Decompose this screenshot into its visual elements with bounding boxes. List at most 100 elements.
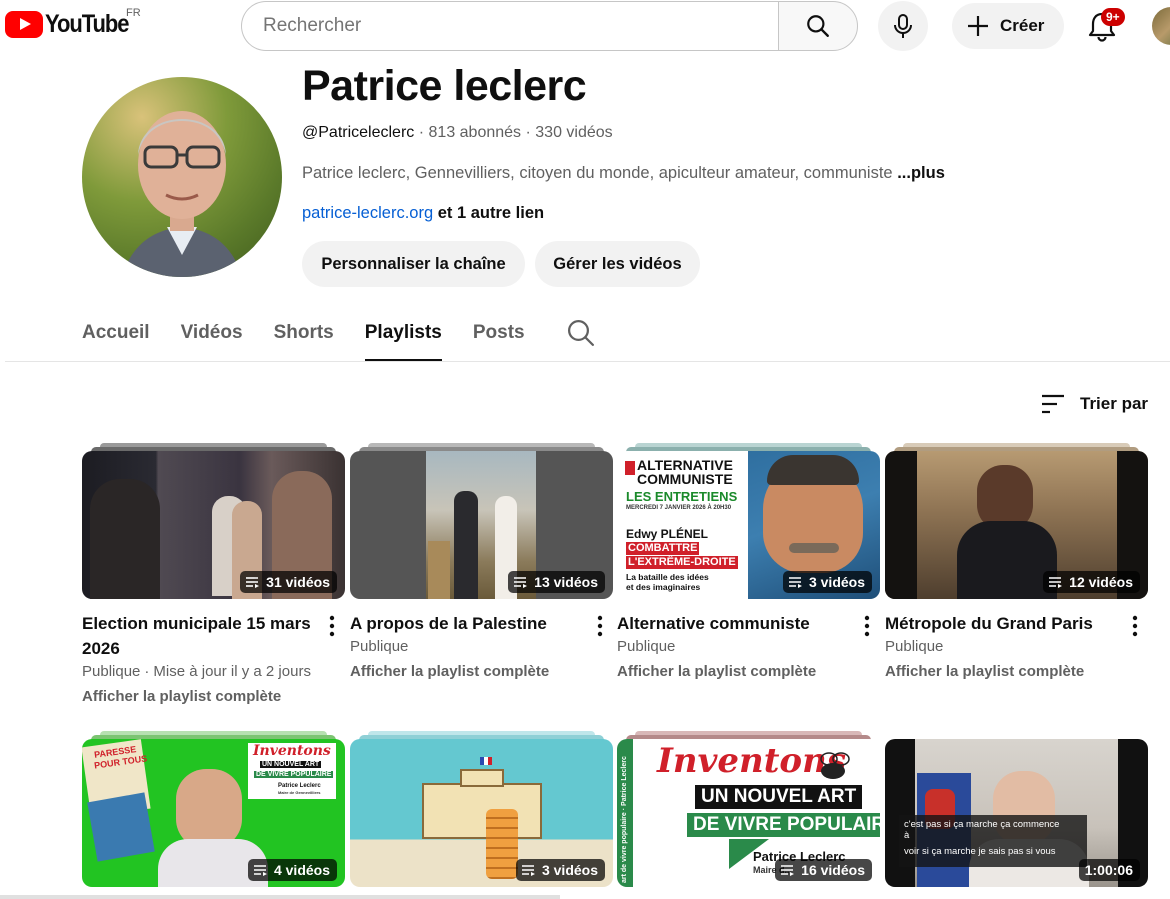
playlist-icon — [253, 865, 267, 876]
playlist-card[interactable]: 3 vidéos — [350, 731, 613, 887]
search-button[interactable] — [778, 1, 858, 51]
channel-website-link[interactable]: patrice-leclerc.org — [302, 204, 433, 222]
tab-posts[interactable]: Posts — [473, 313, 525, 361]
separator: · — [525, 124, 531, 141]
view-full-playlist-link[interactable]: Afficher la playlist complète — [82, 688, 281, 705]
video-card[interactable]: c'est pas si ça marche ça commence à voi… — [885, 731, 1148, 887]
search-icon — [807, 15, 829, 37]
channel-description[interactable]: Patrice leclerc, Gennevilliers, citoyen … — [302, 164, 945, 183]
thumb-text-topic-2: L'EXTRÊME-DROITE — [626, 556, 738, 569]
playlist-icon — [246, 577, 260, 588]
playlist-card[interactable]: art de vivre populaire · Patrice Leclerc… — [617, 731, 880, 887]
video-count-badge: 3 vidéos — [782, 571, 872, 593]
channel-search-icon[interactable] — [566, 318, 596, 348]
sort-label: Trier par — [1080, 394, 1149, 413]
search-input[interactable] — [241, 1, 778, 51]
tab-shorts[interactable]: Shorts — [274, 313, 334, 361]
tab-accueil[interactable]: Accueil — [82, 313, 150, 361]
playlist-thumbnail[interactable]: PARESSE POUR TOUS Inventons UN NOUVEL AR… — [82, 731, 345, 887]
playlist-card[interactable]: ALTERNATIVE COMMUNISTE LES ENTRETIENS ME… — [617, 443, 880, 680]
video-count-badge: 31 vidéos — [240, 571, 337, 593]
bee-icon — [820, 752, 850, 779]
playlist-title[interactable]: Métropole du Grand Paris — [885, 611, 1115, 636]
channel-meta: @Patriceleclerc · 813 abonnés · 330 vidé… — [302, 124, 613, 142]
other-links[interactable]: et 1 autre lien — [438, 204, 544, 222]
manage-videos-button[interactable]: Gérer les vidéos — [535, 241, 700, 287]
channel-tabs: Accueil Vidéos Shorts Playlists Posts — [82, 313, 556, 362]
caption-line-3: voir si ça marche je sais pas si vous — [904, 846, 1056, 857]
thumb-text-author: Patrice Leclerc — [278, 783, 321, 789]
more-options-icon[interactable] — [596, 615, 604, 637]
playlist-card[interactable]: PARESSE POUR TOUS Inventons UN NOUVEL AR… — [82, 731, 345, 887]
youtube-logo[interactable]: YouTube — [5, 10, 140, 39]
subscriber-count: 813 abonnés — [428, 124, 522, 141]
channel-avatar-portrait — [122, 111, 242, 277]
playlist-icon — [1049, 577, 1063, 588]
channel-name: Patrice leclerc — [302, 62, 587, 110]
logo-text: YouTube — [45, 10, 130, 38]
playlist-thumbnail[interactable]: 12 vidéos — [885, 443, 1148, 599]
more-options-icon[interactable] — [328, 615, 336, 637]
thumb-text-line-2: DE VIVRE POPULAIRE — [687, 813, 880, 837]
thumb-text-tagline: La bataille des idées — [626, 572, 709, 582]
microphone-icon — [894, 14, 912, 38]
playlist-thumbnail[interactable]: 31 vidéos — [82, 443, 345, 599]
sort-button[interactable]: Trier par — [1040, 393, 1148, 415]
playlist-icon — [781, 865, 795, 876]
video-count: 330 vidéos — [535, 124, 613, 141]
thumb-text-line: UN NOUVEL ART — [695, 785, 863, 809]
playlist-visibility: Publique — [617, 638, 676, 655]
playlist-card[interactable]: 31 vidéos Election municipale 15 mars 20… — [82, 443, 345, 705]
playlist-visibility: Publique — [350, 638, 409, 655]
view-full-playlist-link[interactable]: Afficher la playlist complète — [617, 663, 816, 680]
playlist-title[interactable]: Alternative communiste — [617, 611, 847, 636]
video-count-badge: 12 vidéos — [1043, 571, 1140, 593]
video-count-badge: 3 vidéos — [515, 859, 605, 881]
thumb-text-spine: art de vivre populaire · Patrice Leclerc — [621, 756, 628, 883]
playlist-thumbnail[interactable]: 13 vidéos — [350, 443, 613, 599]
country-code: FR — [126, 7, 141, 19]
thumb-text-line: UN NOUVEL ART — [260, 761, 322, 768]
thumb-text-date: MERCREDI 7 JANVIER 2026 À 20H30 — [626, 505, 732, 511]
tabs-divider — [5, 361, 1170, 362]
thumb-text-title: ALTERNATIVE — [637, 457, 733, 473]
thumb-text-subtitle: LES ENTRETIENS — [626, 489, 738, 504]
horizontal-scrollbar[interactable] — [0, 895, 560, 899]
description-more[interactable]: ...plus — [897, 164, 945, 182]
customize-channel-button[interactable]: Personnaliser la chaîne — [302, 241, 525, 287]
create-button[interactable]: Créer — [952, 3, 1064, 49]
top-bar: YouTube FR Créer 9+ — [0, 0, 1170, 52]
thumb-text-role: Maire de Gennevilliers — [278, 790, 321, 795]
playlist-thumbnail[interactable]: ALTERNATIVE COMMUNISTE LES ENTRETIENS ME… — [617, 443, 880, 599]
voice-search-button[interactable] — [878, 1, 928, 51]
account-avatar[interactable] — [1152, 7, 1170, 45]
description-text: Patrice leclerc, Gennevilliers, citoyen … — [302, 164, 893, 182]
playlist-title[interactable]: Election municipale 15 mars 2026 — [82, 611, 312, 661]
more-options-icon[interactable] — [863, 615, 871, 637]
view-full-playlist-link[interactable]: Afficher la playlist complète — [350, 663, 549, 680]
view-full-playlist-link[interactable]: Afficher la playlist complète — [885, 663, 1084, 680]
more-options-icon[interactable] — [1131, 615, 1139, 637]
tab-playlists[interactable]: Playlists — [364, 313, 442, 362]
channel-avatar — [82, 77, 282, 277]
sort-icon — [1042, 394, 1064, 414]
video-duration-badge: 1:00:06 — [1078, 859, 1140, 881]
playlist-thumbnail[interactable]: art de vivre populaire · Patrice Leclerc… — [617, 731, 880, 887]
playlist-thumbnail[interactable]: 3 vidéos — [350, 731, 613, 887]
playlist-title[interactable]: A propos de la Palestine — [350, 611, 580, 636]
thumb-text-title-2: COMMUNISTE — [637, 471, 733, 487]
thumb-text-inventons: Inventons — [253, 743, 331, 759]
video-count-badge: 16 vidéos — [775, 859, 872, 881]
tab-videos[interactable]: Vidéos — [181, 313, 243, 361]
video-thumbnail[interactable]: c'est pas si ça marche ça commence à voi… — [885, 731, 1148, 887]
playlist-card[interactable]: 13 vidéos A propos de la Palestine Publi… — [350, 443, 613, 680]
playlist-visibility: Publique — [885, 638, 944, 655]
thumb-text-tagline-2: et des imaginaires — [626, 582, 701, 592]
thumb-text-topic: COMBATTRE — [626, 542, 700, 555]
video-count-badge: 13 vidéos — [508, 571, 605, 593]
play-logo-icon — [5, 11, 43, 38]
thumb-text-guest: Edwy PLÉNEL — [626, 527, 709, 541]
thumb-text-line-2: DE VIVRE POPULAIRE — [254, 771, 334, 778]
create-label: Créer — [1000, 16, 1045, 35]
playlist-card[interactable]: 12 vidéos Métropole du Grand Paris Publi… — [885, 443, 1148, 680]
